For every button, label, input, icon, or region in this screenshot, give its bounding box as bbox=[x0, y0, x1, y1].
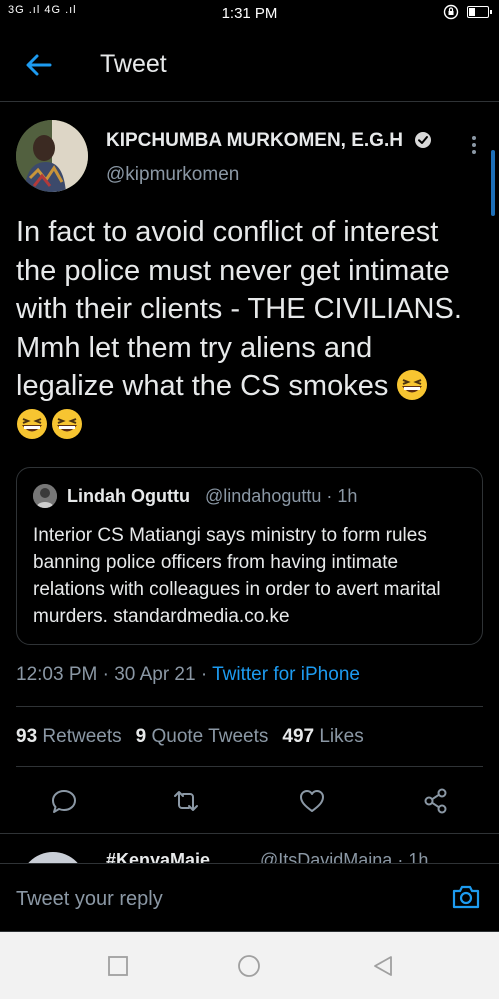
quoted-author-name: Lindah Oguttu bbox=[67, 486, 190, 506]
likes-stat[interactable]: 497 Likes bbox=[282, 726, 363, 747]
tweet-stats: 93 Retweets 9 Quote Tweets 497 Likes bbox=[16, 726, 364, 748]
top-app-bar: Tweet bbox=[0, 28, 499, 102]
grinning-squinting-face-icon bbox=[17, 408, 47, 439]
tweet-timestamp: 12:03 PM · 30 Apr 21 · Twitter for iPhon… bbox=[16, 664, 360, 686]
tweet-text-line: with their clients - THE CIVILIANS. bbox=[16, 293, 462, 325]
reply-input[interactable]: Tweet your reply bbox=[16, 888, 163, 911]
quoted-text: Interior CS Matiangi says ministry to fo… bbox=[33, 525, 441, 627]
tweet-text-line: legalize what the CS smokes bbox=[16, 370, 389, 402]
avatar[interactable] bbox=[16, 120, 88, 192]
author-handle[interactable]: @kipmurkomen bbox=[106, 164, 239, 186]
quote-tweets-stat[interactable]: 9 Quote Tweets bbox=[136, 726, 269, 747]
share-icon[interactable] bbox=[422, 787, 450, 815]
retweets-stat[interactable]: 93 Retweets bbox=[16, 726, 122, 747]
rotation-lock-icon bbox=[443, 4, 459, 20]
quoted-tweet[interactable]: Lindah Oguttu @lindahoguttu · 1h Interio… bbox=[16, 467, 483, 645]
reply-icon[interactable] bbox=[50, 787, 78, 815]
source-link[interactable]: Twitter for iPhone bbox=[212, 664, 360, 685]
retweet-icon[interactable] bbox=[172, 787, 200, 815]
tweet-text-line: In fact to avoid conflict of interest bbox=[16, 216, 439, 248]
status-bar: 3G .ıl 4G .ıl 1:31 PM bbox=[0, 0, 499, 28]
back-button[interactable] bbox=[22, 48, 56, 82]
tweet-text: In fact to avoid conflict of interest th… bbox=[16, 213, 484, 444]
grinning-squinting-face-icon bbox=[52, 408, 82, 439]
more-options-icon[interactable] bbox=[470, 134, 478, 156]
home-button[interactable] bbox=[237, 954, 261, 978]
arrow-left-icon bbox=[26, 54, 52, 76]
reply-bar: Tweet your reply bbox=[0, 863, 499, 931]
reply-handle-time: @ItsDavidMaina · 1h bbox=[260, 850, 429, 863]
avatar[interactable] bbox=[20, 852, 86, 863]
verified-badge-icon bbox=[415, 132, 432, 148]
grinning-squinting-face-icon bbox=[397, 370, 428, 400]
status-time: 1:31 PM bbox=[221, 5, 278, 22]
tweet-author: KIPCHUMBA MURKOMEN, E.G.H @kipmurkomen bbox=[16, 118, 486, 198]
recent-apps-button[interactable] bbox=[106, 954, 130, 978]
camera-icon[interactable] bbox=[451, 882, 481, 912]
back-nav-button[interactable] bbox=[371, 954, 395, 978]
reply-author-name: #KenyaMaje bbox=[106, 850, 211, 863]
scrollbar[interactable] bbox=[491, 150, 495, 216]
quoted-handle-time: @lindahoguttu · 1h bbox=[205, 486, 358, 506]
reply-preview[interactable]: #KenyaMaje @ItsDavidMaina · 1h bbox=[0, 833, 499, 863]
tweet-text-line: the police must never get intimate bbox=[16, 254, 450, 287]
page-title: Tweet bbox=[100, 50, 167, 78]
author-name[interactable]: KIPCHUMBA MURKOMEN, E.G.H bbox=[106, 130, 432, 152]
like-icon[interactable] bbox=[298, 787, 326, 815]
quoted-avatar[interactable] bbox=[33, 484, 57, 508]
tweet-text-line: Mmh let them try aliens and bbox=[16, 331, 373, 364]
timestamp-text: 12:03 PM · 30 Apr 21 · bbox=[16, 664, 213, 685]
battery-icon bbox=[467, 6, 492, 18]
tweet-actions bbox=[0, 783, 499, 823]
divider bbox=[16, 766, 483, 767]
divider bbox=[16, 706, 483, 707]
system-navigation-bar bbox=[0, 931, 499, 999]
